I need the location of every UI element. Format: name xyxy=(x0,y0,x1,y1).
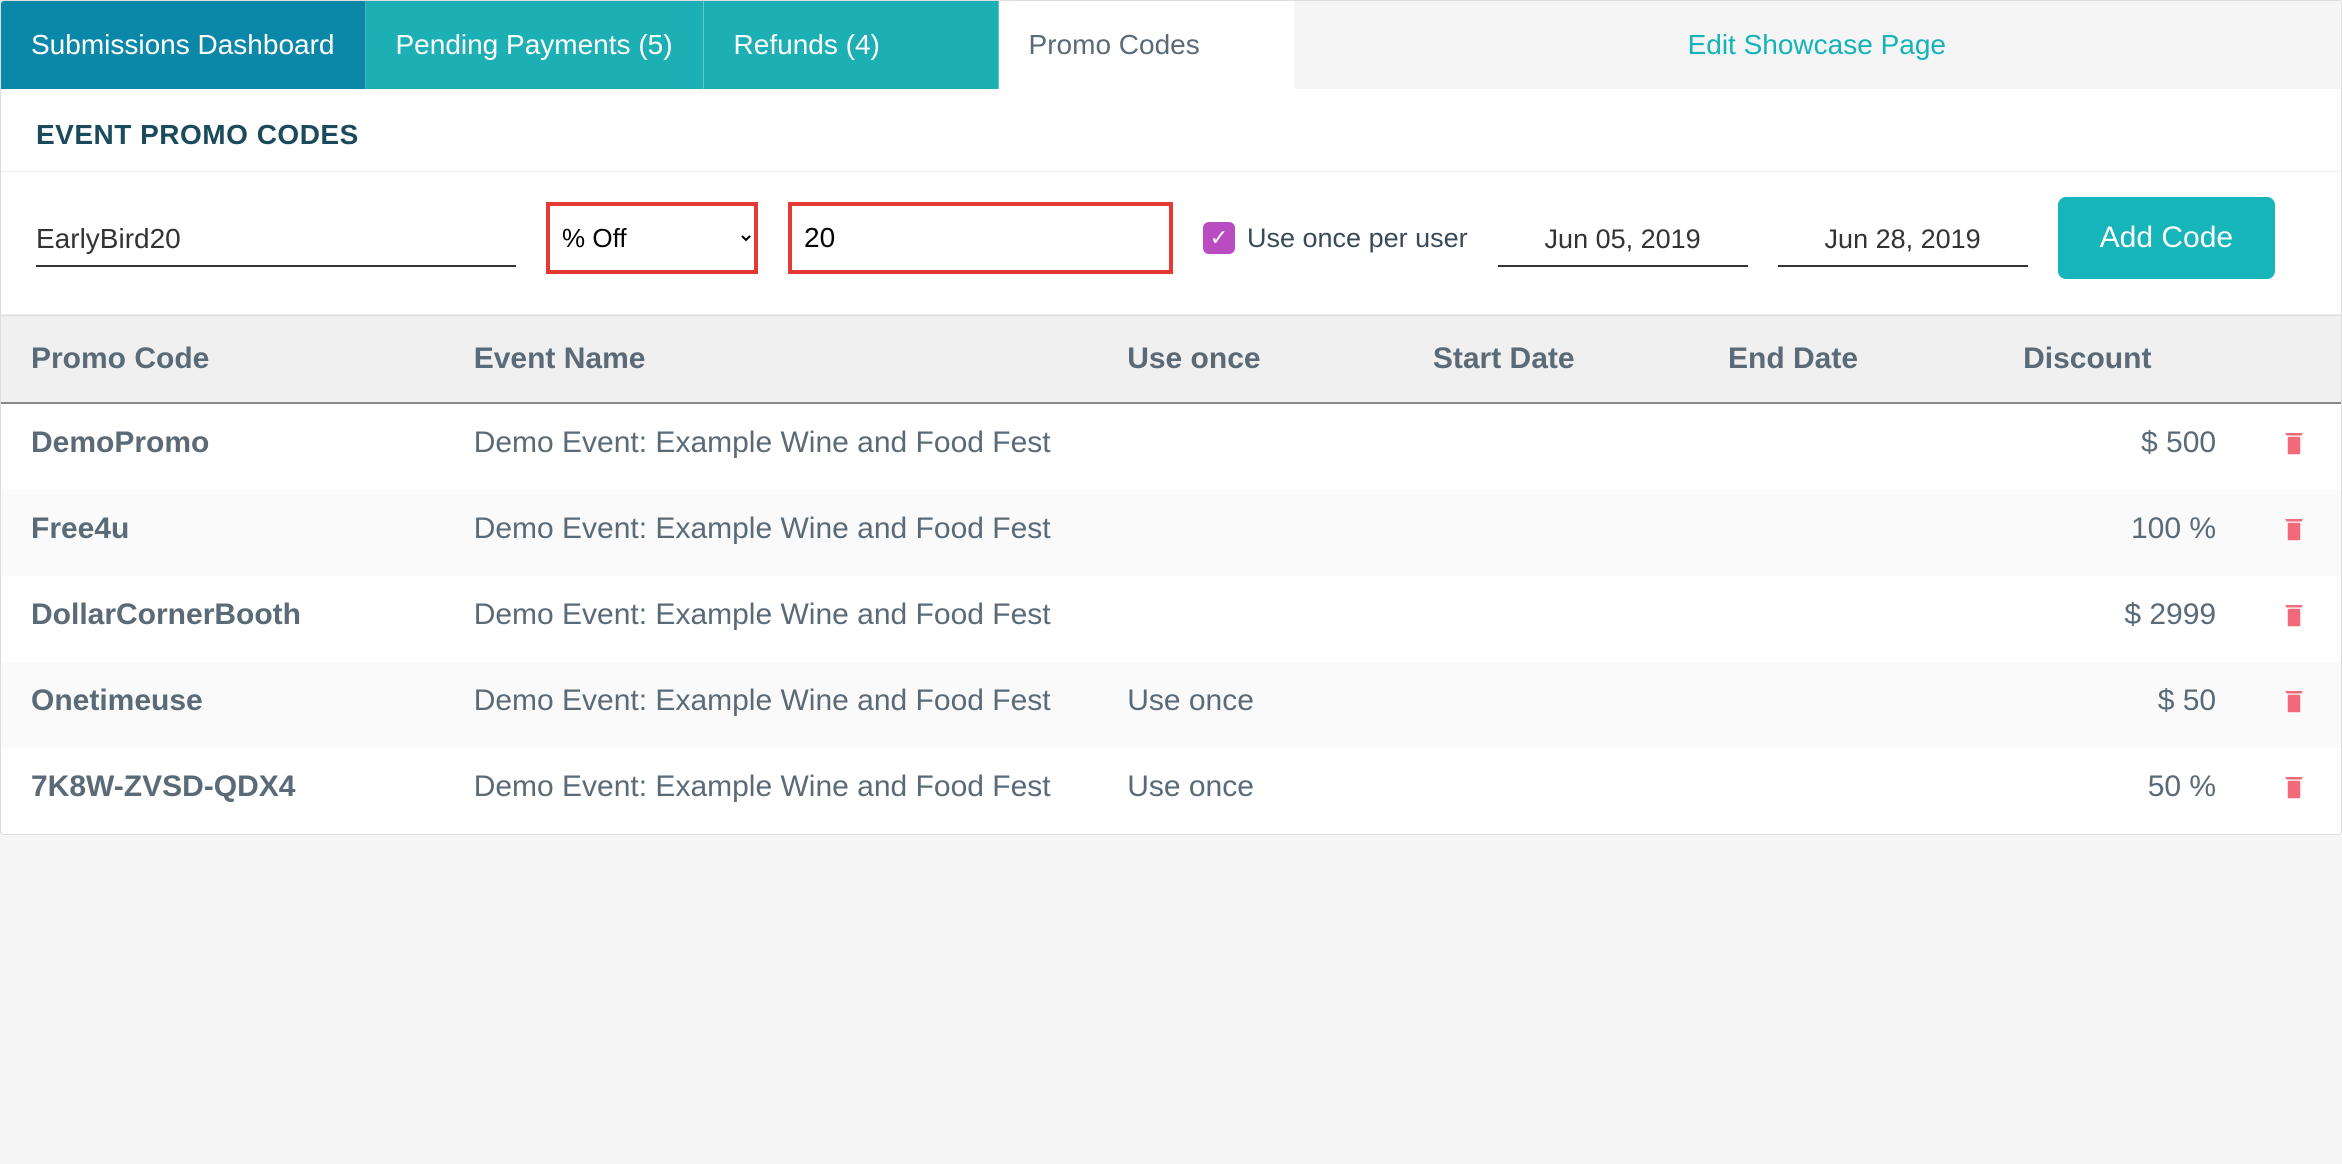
cell-start-date xyxy=(1403,748,1698,834)
cell-event-name: Demo Event: Example Wine and Food Fest xyxy=(444,490,1098,576)
discount-type-highlight: % Off xyxy=(546,202,758,274)
th-start-date: Start Date xyxy=(1403,316,1698,404)
cell-promo-code: Free4u xyxy=(1,490,444,576)
page-title: EVENT PROMO CODES xyxy=(1,89,2341,171)
promo-codes-table: Promo Code Event Name Use once Start Dat… xyxy=(1,315,2341,834)
cell-start-date xyxy=(1403,403,1698,490)
th-promo-code: Promo Code xyxy=(1,316,444,404)
cell-end-date xyxy=(1698,576,1993,662)
cell-start-date xyxy=(1403,490,1698,576)
add-code-form: % Off ✓ Use once per user Add Code xyxy=(1,171,2341,315)
cell-discount: $ 2999 xyxy=(1993,576,2246,662)
tab-promo-codes[interactable]: Promo Codes xyxy=(999,1,1294,89)
th-actions xyxy=(2246,316,2341,404)
cell-promo-code: DemoPromo xyxy=(1,403,444,490)
trash-icon[interactable] xyxy=(2279,512,2309,546)
cell-use-once: Use once xyxy=(1097,662,1403,748)
cell-discount: $ 500 xyxy=(1993,403,2246,490)
end-date-input[interactable] xyxy=(1778,210,2028,267)
cell-promo-code: Onetimeuse xyxy=(1,662,444,748)
cell-discount: 100 % xyxy=(1993,490,2246,576)
cell-event-name: Demo Event: Example Wine and Food Fest xyxy=(444,748,1098,834)
discount-amount-input[interactable] xyxy=(804,206,1157,270)
cell-end-date xyxy=(1698,748,1993,834)
cell-promo-code: DollarCornerBooth xyxy=(1,576,444,662)
use-once-label: Use once per user xyxy=(1247,223,1468,254)
cell-use-once xyxy=(1097,403,1403,490)
cell-promo-code: 7K8W-ZVSD-QDX4 xyxy=(1,748,444,834)
cell-end-date xyxy=(1698,490,1993,576)
trash-icon[interactable] xyxy=(2279,426,2309,460)
discount-type-select[interactable]: % Off xyxy=(550,206,754,270)
cell-use-once xyxy=(1097,490,1403,576)
cell-end-date xyxy=(1698,662,1993,748)
tab-submissions[interactable]: Submissions Dashboard xyxy=(1,1,366,89)
table-row: DemoPromoDemo Event: Example Wine and Fo… xyxy=(1,403,2341,490)
cell-use-once: Use once xyxy=(1097,748,1403,834)
use-once-checkbox-wrap[interactable]: ✓ Use once per user xyxy=(1203,222,1468,254)
cell-event-name: Demo Event: Example Wine and Food Fest xyxy=(444,662,1098,748)
cell-start-date xyxy=(1403,662,1698,748)
trash-icon[interactable] xyxy=(2279,684,2309,718)
discount-amount-highlight xyxy=(788,202,1173,274)
cell-end-date xyxy=(1698,403,1993,490)
tab-pending-payments[interactable]: Pending Payments (5) xyxy=(366,1,704,89)
tab-refunds[interactable]: Refunds (4) xyxy=(704,1,999,89)
cell-discount: $ 50 xyxy=(1993,662,2246,748)
cell-event-name: Demo Event: Example Wine and Food Fest xyxy=(444,576,1098,662)
th-use-once: Use once xyxy=(1097,316,1403,404)
table-row: Free4uDemo Event: Example Wine and Food … xyxy=(1,490,2341,576)
checkbox-checked-icon: ✓ xyxy=(1203,222,1235,254)
start-date-input[interactable] xyxy=(1498,210,1748,267)
tab-bar: Submissions Dashboard Pending Payments (… xyxy=(1,1,2341,89)
table-row: OnetimeuseDemo Event: Example Wine and F… xyxy=(1,662,2341,748)
add-code-button[interactable]: Add Code xyxy=(2058,197,2275,279)
trash-icon[interactable] xyxy=(2279,770,2309,804)
tab-edit-showcase[interactable]: Edit Showcase Page xyxy=(1294,1,2341,89)
th-end-date: End Date xyxy=(1698,316,1993,404)
trash-icon[interactable] xyxy=(2279,598,2309,632)
cell-event-name: Demo Event: Example Wine and Food Fest xyxy=(444,403,1098,490)
cell-discount: 50 % xyxy=(1993,748,2246,834)
th-discount: Discount xyxy=(1993,316,2246,404)
table-row: 7K8W-ZVSD-QDX4Demo Event: Example Wine a… xyxy=(1,748,2341,834)
th-event-name: Event Name xyxy=(444,316,1098,404)
table-row: DollarCornerBoothDemo Event: Example Win… xyxy=(1,576,2341,662)
cell-use-once xyxy=(1097,576,1403,662)
promo-code-input[interactable] xyxy=(36,209,516,267)
cell-start-date xyxy=(1403,576,1698,662)
